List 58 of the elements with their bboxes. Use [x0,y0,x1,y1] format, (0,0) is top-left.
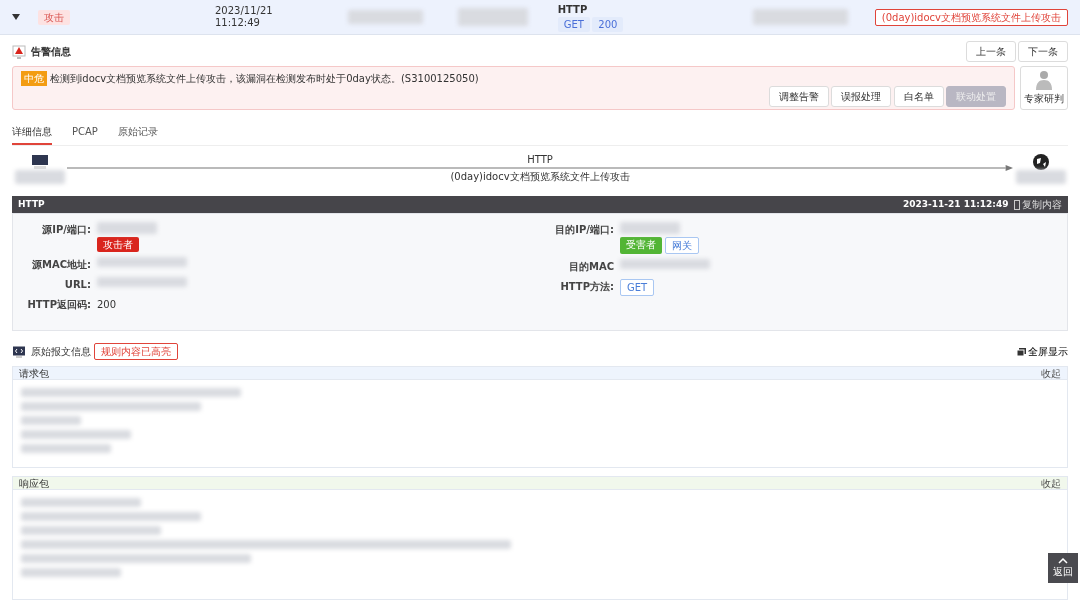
redacted-block [21,416,81,425]
redacted-block [97,222,157,234]
section-title: 原始报文信息 [31,345,91,359]
computer-icon [29,154,50,170]
redacted-block [620,222,680,234]
role-tag: 网关 [664,236,699,254]
globe-icon [1032,154,1049,170]
method-tag: GET [620,278,655,296]
highlight-tag: 规则内容已高亮 [93,343,178,360]
field-label: 目的MAC [567,259,615,274]
next-button[interactable]: 下一条 [1018,41,1068,62]
panel-title: 请求包 [19,366,49,381]
field-label: HTTP方法: [559,279,615,294]
flow-protocol: HTTP [527,154,553,165]
chevron-up-icon [1058,557,1068,564]
field-label: HTTP返回码: [26,297,92,312]
tab[interactable]: 详细信息 [12,120,52,145]
event-tag: (0day)idocv文档预览系统文件上传攻击 [874,8,1068,26]
collapse-link[interactable]: 收起 [1041,365,1061,381]
redacted-block [1015,170,1066,184]
role-tag: 受害者 [620,236,662,254]
alert-message: 检测到idocv文档预览系统文件上传攻击，该漏洞在检测发布时处于0day状态。(S3100125050) [49,72,479,86]
action-button[interactable]: 误报处理 [831,86,891,107]
field-label: URL: [63,277,92,292]
windows-icon [1016,347,1026,356]
copy-button[interactable]: 复制内容 [1013,197,1062,212]
warning-monitor-icon [12,44,26,59]
person-icon [1033,69,1055,91]
status-code-tag: 200 [592,17,624,32]
phone-icon [1013,199,1020,210]
panel-time: 2023-11-21 11:12:49 [903,197,1009,211]
tab[interactable]: PCAP [72,120,98,145]
redacted-block [14,170,65,184]
collapse-link[interactable]: 收起 [1041,475,1061,491]
alert-time: 11:12:49 [215,17,261,29]
protocol-label: HTTP [557,3,589,17]
field-label: 源MAC地址: [30,257,92,272]
panel-title: HTTP [18,197,45,211]
flow-event: (0day)idocv文档预览系统文件上传攻击 [450,171,630,182]
back-button[interactable]: 返回 [1048,553,1078,583]
method-tag: GET [557,17,590,32]
previous-button[interactable]: 上一条 [965,41,1016,62]
type-tag: 攻击 [38,9,70,25]
code-monitor-icon [12,345,26,358]
role-tag: 攻击者 [97,236,139,252]
redacted-block [457,8,528,26]
severity-badge: 中危 [21,71,47,86]
panel-title: 响应包 [19,476,49,491]
action-button[interactable]: 调整告警 [768,86,829,107]
tab[interactable]: 原始记录 [117,120,158,145]
field-label: 源IP/端口: [41,223,92,237]
fullscreen-button[interactable]: 全屏显示 [1016,344,1068,359]
field-label: 目的IP/端口: [554,223,615,237]
expert-button[interactable]: 专家研判 [1020,66,1068,110]
action-button[interactable]: 白名单 [893,86,944,107]
section-title: 告警信息 [31,45,71,59]
alert-date: 2023/11/21 [215,5,273,17]
field-value: 200 [97,297,117,312]
